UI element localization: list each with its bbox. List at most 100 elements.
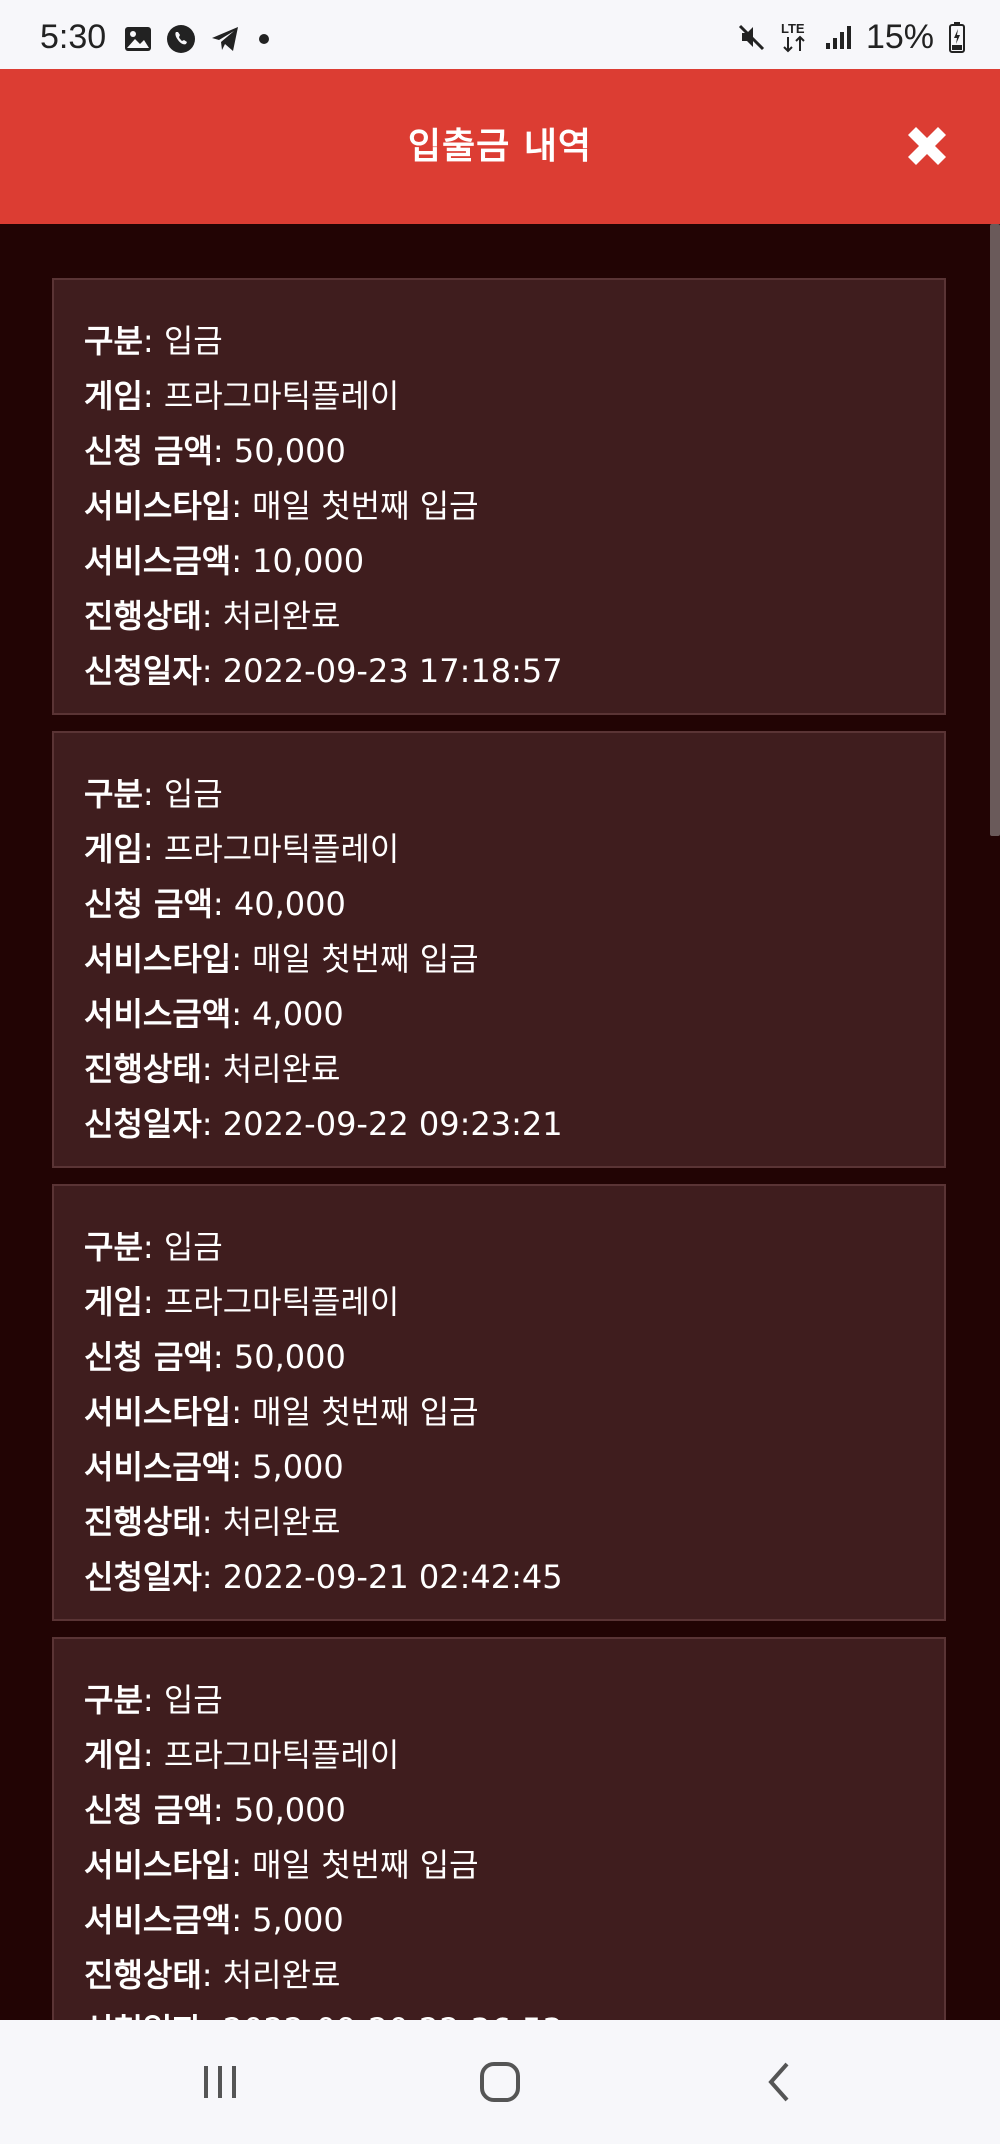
signal-icon [825, 26, 851, 49]
field-label: 서비스금액 [84, 995, 232, 1033]
field-request-date: 신청일자: 2022-09-23 17:18:57 [84, 644, 944, 699]
status-system-icons: LTE 15% [736, 20, 966, 54]
field-label: 구분 [84, 1228, 143, 1266]
recents-icon[interactable] [198, 2062, 242, 2102]
field-label: 게임 [84, 830, 143, 868]
lte-icon: LTE [781, 21, 805, 53]
phone-icon [167, 25, 195, 53]
field-game: 게임: 프라그마틱플레이 [84, 1728, 944, 1783]
field-value: : 매일 첫번째 입금 [231, 1393, 479, 1431]
field-label: 신청 금액 [84, 1791, 213, 1829]
close-button[interactable] [902, 121, 952, 171]
battery-icon [949, 22, 965, 53]
field-label: 서비스타입 [84, 940, 232, 978]
field-label: 구분 [84, 775, 143, 813]
field-value: : 5,000 [231, 1448, 344, 1486]
field-type: 구분: 입금 [84, 314, 944, 369]
field-game: 게임: 프라그마틱플레이 [84, 1275, 944, 1330]
field-request-amount: 신청 금액: 50,000 [84, 1783, 944, 1838]
field-value: : 2022-09-23 17:18:57 [201, 652, 563, 690]
field-label: 신청일자 [84, 1558, 202, 1596]
field-label: 게임 [84, 377, 143, 415]
field-label: 신청 금액 [84, 432, 213, 470]
field-label: 서비스금액 [84, 1901, 232, 1939]
field-label: 구분 [84, 322, 143, 360]
field-request-amount: 신청 금액: 40,000 [84, 877, 944, 932]
field-service-type: 서비스타입: 매일 첫번째 입금 [84, 479, 944, 534]
scrollbar-thumb[interactable] [990, 224, 1000, 836]
field-value: : 프라그마틱플레이 [142, 1736, 400, 1774]
transaction-card: 구분: 입금 게임: 프라그마틱플레이 신청 금액: 50,000 서비스타입:… [52, 1637, 946, 2020]
recents-button[interactable] [180, 2050, 260, 2114]
status-bar: 5:30 LTE 15% [0, 0, 1000, 69]
transaction-card: 구분: 입금 게임: 프라그마틱플레이 신청 금액: 50,000 서비스타입:… [52, 278, 946, 715]
transaction-card: 구분: 입금 게임: 프라그마틱플레이 신청 금액: 50,000 서비스타입:… [52, 1184, 946, 1621]
field-value: : 50,000 [212, 432, 346, 470]
field-value: : 입금 [142, 322, 223, 360]
field-service-amount: 서비스금액: 5,000 [84, 1440, 944, 1495]
system-nav-bar [0, 2020, 1000, 2144]
field-type: 구분: 입금 [84, 1673, 944, 1728]
field-value: : 입금 [142, 1228, 223, 1266]
field-service-amount: 서비스금액: 10,000 [84, 534, 944, 589]
home-button[interactable] [460, 2050, 540, 2114]
field-status: 진행상태: 처리완료 [84, 1948, 944, 2003]
field-status: 진행상태: 처리완료 [84, 589, 944, 644]
back-button[interactable] [740, 2050, 820, 2114]
status-notification-icons [124, 24, 274, 54]
mute-icon [738, 24, 764, 51]
field-value: : 프라그마틱플레이 [142, 1283, 400, 1321]
field-value: : 2022-09-22 09:23:21 [201, 1105, 563, 1143]
field-game: 게임: 프라그마틱플레이 [84, 822, 944, 877]
field-type: 구분: 입금 [84, 1220, 944, 1275]
transaction-list[interactable]: 구분: 입금 게임: 프라그마틱플레이 신청 금액: 50,000 서비스타입:… [0, 224, 1000, 2020]
battery-percent: 15% [865, 18, 934, 56]
field-request-date: 신청일자: 2022-09-22 09:23:21 [84, 1097, 944, 1152]
field-label: 게임 [84, 1283, 143, 1321]
field-value: : 프라그마틱플레이 [142, 830, 400, 868]
field-service-amount: 서비스금액: 4,000 [84, 987, 944, 1042]
home-icon[interactable] [478, 2060, 522, 2104]
field-service-type: 서비스타입: 매일 첫번째 입금 [84, 1385, 944, 1440]
field-label: 게임 [84, 1736, 143, 1774]
field-label: 서비스타입 [84, 1846, 232, 1884]
field-value: : 50,000 [212, 1791, 346, 1829]
field-value: : 처리완료 [201, 1503, 341, 1541]
field-label: 구분 [84, 1681, 143, 1719]
field-value: : 프라그마틱플레이 [142, 377, 400, 415]
field-label: 서비스금액 [84, 1448, 232, 1486]
field-value: : 10,000 [231, 542, 365, 580]
field-label: 신청 금액 [84, 1338, 213, 1376]
field-value: : 매일 첫번째 입금 [231, 940, 479, 978]
field-value: : 처리완료 [201, 597, 341, 635]
field-value: : 입금 [142, 1681, 223, 1719]
field-label: 진행상태 [84, 1050, 202, 1088]
field-label: 서비스타입 [84, 487, 232, 525]
field-status: 진행상태: 처리완료 [84, 1495, 944, 1550]
field-value: : 4,000 [231, 995, 344, 1033]
svg-text:LTE: LTE [781, 21, 805, 36]
back-icon[interactable] [765, 2060, 795, 2104]
field-game: 게임: 프라그마틱플레이 [84, 369, 944, 424]
field-request-date: 신청일자: 2022-09-21 02:42:45 [84, 1550, 944, 1605]
field-value: : 입금 [142, 775, 223, 813]
field-value: : 2022-09-20 22:36:53 [202, 2011, 563, 2020]
field-value: : 40,000 [212, 885, 346, 923]
close-icon[interactable] [902, 121, 952, 171]
page-title: 입출금 내역 [407, 126, 593, 167]
app-header: 입출금 내역 [0, 69, 1000, 224]
field-label: 신청일자 [84, 1105, 202, 1143]
field-type: 구분: 입금 [84, 767, 944, 822]
field-service-amount: 서비스금액: 5,000 [84, 1893, 944, 1948]
gallery-icon [125, 27, 151, 51]
field-value: : 2022-09-21 02:42:45 [201, 1558, 563, 1596]
field-request-date: 신청일자: 2022-09-20 22:36:53 [84, 2003, 944, 2020]
field-request-amount: 신청 금액: 50,000 [84, 1330, 944, 1385]
field-value: : 처리완료 [201, 1956, 341, 1994]
field-value: : 매일 첫번째 입금 [231, 1846, 479, 1884]
field-service-type: 서비스타입: 매일 첫번째 입금 [84, 1838, 944, 1893]
field-label: 신청일자 [84, 2011, 202, 2020]
status-time: 5:30 [40, 18, 107, 56]
field-label: 서비스타입 [84, 1393, 232, 1431]
field-label: 진행상태 [84, 1956, 202, 1994]
